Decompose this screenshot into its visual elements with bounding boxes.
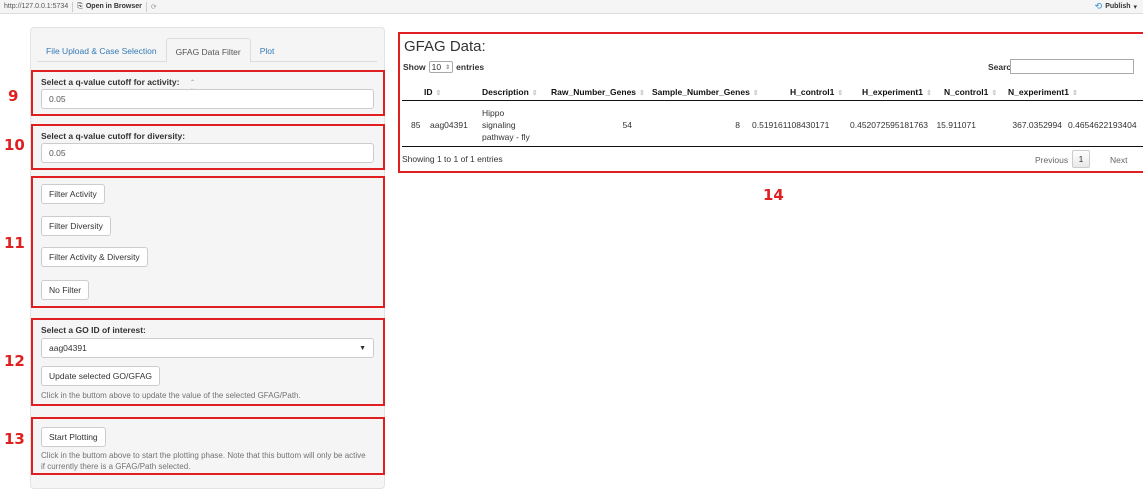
page-length-value: 10 — [431, 62, 442, 72]
browser-icon: ⎘ — [77, 2, 83, 10]
sort-icon: ⇕ — [752, 90, 759, 97]
page-1-button[interactable]: 1 — [1072, 150, 1090, 168]
stepper-icon: ⇕ — [445, 64, 451, 71]
table-bottom-border — [402, 146, 1143, 147]
column-header-n-control1[interactable]: N_control1 ⇕ — [944, 87, 997, 97]
sort-icon: ⇕ — [837, 90, 844, 97]
go-help-text: Click in the buttom above to update the … — [41, 391, 301, 400]
refresh-icon[interactable]: ⟳ — [151, 3, 157, 11]
show-entries-control: Show 10 ⇕ entries — [403, 61, 484, 73]
sort-icon: ⇕ — [991, 90, 998, 97]
activity-cutoff-input[interactable]: 0.05 — [41, 89, 374, 109]
sort-icon: ⇕ — [925, 90, 932, 97]
sort-icon: ⇕ — [1071, 90, 1078, 97]
open-in-browser-button[interactable]: ⎘ Open in Browser — [77, 3, 142, 11]
plotting-help-line2: if currently there is a GFAG/Path select… — [41, 462, 191, 471]
annotation-11: 11 — [4, 234, 25, 252]
table-title: GFAG Data: — [404, 38, 486, 55]
update-go-button[interactable]: Update selected GO/GFAG — [41, 366, 160, 386]
cell-description-line3: pathway - fly — [482, 132, 530, 142]
annotation-12: 12 — [4, 352, 25, 370]
column-header-n-experiment1[interactable]: N_experiment1 ⇕ — [1008, 87, 1078, 97]
cell-raw-number-genes: 54 — [622, 120, 632, 130]
filter-activity-button[interactable]: Filter Activity — [41, 184, 105, 204]
header-divider — [402, 100, 1143, 101]
cell-overflow: 0.4654622193404 — [1068, 120, 1137, 130]
sort-icon: ⇕ — [639, 90, 645, 97]
show-label: Show — [403, 62, 426, 72]
tab-bar: File Upload & Case Selection GFAG Data F… — [37, 38, 377, 63]
tab-plot[interactable]: Plot — [251, 38, 284, 62]
column-header-sample-number-genes[interactable]: Sample_Number_Genes ⇕ — [652, 87, 759, 97]
cell-id: aag04391 — [430, 120, 468, 130]
filter-diversity-button[interactable]: Filter Diversity — [41, 216, 111, 236]
cell-description-line1: Hippo — [482, 108, 505, 118]
previous-page-button[interactable]: Previous — [1035, 155, 1068, 165]
diversity-cutoff-value: 0.05 — [49, 148, 66, 158]
page-length-select[interactable]: 10 ⇕ — [428, 61, 454, 73]
cell-description-line2: signaling — [482, 120, 516, 130]
publish-button[interactable]: ⟲ Publish ▾ — [1095, 1, 1137, 12]
sort-icon: ⇕ — [435, 90, 442, 97]
column-header-id[interactable]: ID ⇕ — [424, 87, 441, 97]
go-id-select[interactable]: aag04391 ▼ — [41, 338, 374, 358]
annotation-14: 14 — [763, 186, 784, 204]
go-id-label: Select a GO ID of interest: — [41, 325, 146, 335]
cell-sample-number-genes: 8 — [735, 120, 740, 130]
tab-file-upload[interactable]: File Upload & Case Selection — [37, 38, 166, 62]
divider — [145, 1, 147, 12]
next-page-button[interactable]: Next — [1110, 155, 1127, 165]
column-header-raw-number-genes[interactable]: Raw_Number_Genes ⇕ — [551, 87, 645, 97]
table-info: Showing 1 to 1 of 1 entries — [402, 154, 503, 164]
column-header-description[interactable]: Description ⇕ — [482, 87, 538, 97]
cell-n-control1: 15.911071 — [936, 120, 976, 130]
no-filter-button[interactable]: No Filter — [41, 280, 90, 300]
activity-cutoff-value: 0.05 — [49, 94, 66, 104]
cell-n-experiment1: 367.0352994 — [1012, 120, 1062, 130]
search-input[interactable] — [1010, 59, 1134, 74]
plotting-help-line1: Click in the buttom above to start the p… — [41, 451, 366, 460]
publish-label: Publish — [1105, 3, 1131, 10]
activity-cutoff-label: Select a q-value cutoff for activity: — [41, 77, 180, 87]
chevron-down-icon: ▾ — [1133, 3, 1137, 11]
annotation-9: 9 — [8, 87, 19, 105]
go-id-selected-value: aag04391 — [49, 343, 87, 353]
start-plotting-button[interactable]: Start Plotting — [41, 427, 106, 447]
cell-h-experiment1: 0.452072595181763 — [850, 120, 928, 130]
tab-gfag-data-filter[interactable]: GFAG Data Filter — [165, 38, 251, 63]
divider — [72, 1, 74, 12]
annotation-13: 13 — [4, 430, 25, 448]
highlight-box-14 — [398, 32, 1143, 173]
entries-label: entries — [456, 62, 485, 72]
top-bar: http://127.0.0.1:5734 ⎘ Open in Browser … — [0, 0, 1143, 14]
column-header-h-experiment1[interactable]: H_experiment1 ⇕ — [862, 87, 932, 97]
cell-h-control1: 0.519161108430171 — [752, 120, 830, 130]
cell-index: 85 — [411, 120, 421, 130]
diversity-cutoff-label: Select a q-value cutoff for diversity: — [41, 131, 186, 141]
sort-icon: ⇕ — [531, 90, 538, 97]
column-header-h-control1[interactable]: H_control1 ⇕ — [790, 87, 843, 97]
publish-icon: ⟲ — [1094, 1, 1103, 11]
open-in-browser-label: Open in Browser — [85, 3, 142, 10]
diversity-cutoff-input[interactable]: 0.05 — [41, 143, 374, 163]
filter-activity-diversity-button[interactable]: Filter Activity & Diversity — [41, 247, 148, 267]
chevron-down-icon: ▼ — [359, 344, 366, 352]
url-text: http://127.0.0.1:5734 — [4, 3, 69, 10]
annotation-10: 10 — [4, 136, 25, 154]
